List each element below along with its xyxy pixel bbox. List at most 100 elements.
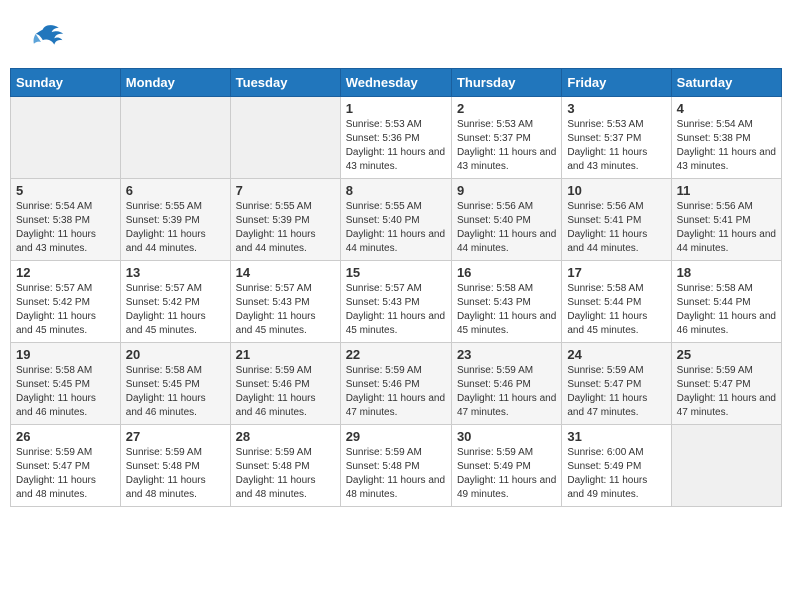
day-number: 20 xyxy=(126,347,225,362)
table-row xyxy=(11,97,121,179)
table-row: 4 Sunrise: 5:54 AMSunset: 5:38 PMDaylight… xyxy=(671,97,781,179)
table-row: 14 Sunrise: 5:57 AMSunset: 5:43 PMDayligh… xyxy=(230,261,340,343)
day-info: Sunrise: 5:58 AMSunset: 5:44 PMDaylight:… xyxy=(567,283,647,336)
day-info: Sunrise: 5:55 AMSunset: 5:39 PMDaylight:… xyxy=(236,201,316,254)
day-info: Sunrise: 5:57 AMSunset: 5:43 PMDaylight:… xyxy=(346,283,445,336)
day-number: 30 xyxy=(457,429,556,444)
page-header xyxy=(10,10,782,60)
table-row: 7 Sunrise: 5:55 AMSunset: 5:39 PMDaylight… xyxy=(230,179,340,261)
table-row: 13 Sunrise: 5:57 AMSunset: 5:42 PMDayligh… xyxy=(120,261,230,343)
table-row xyxy=(230,97,340,179)
day-info: Sunrise: 5:53 AMSunset: 5:37 PMDaylight:… xyxy=(567,119,647,172)
day-number: 10 xyxy=(567,183,665,198)
day-number: 18 xyxy=(677,265,776,280)
calendar-week-row: 12 Sunrise: 5:57 AMSunset: 5:42 PMDayligh… xyxy=(11,261,782,343)
table-row: 19Sunrise: 5:58 AMSunset: 5:45 PMDayligh… xyxy=(11,343,121,425)
day-number: 3 xyxy=(567,101,665,116)
day-number: 31 xyxy=(567,429,665,444)
table-row: 16 Sunrise: 5:58 AMSunset: 5:43 PMDayligh… xyxy=(451,261,561,343)
day-info: Sunrise: 5:58 AMSunset: 5:45 PMDaylight:… xyxy=(126,365,206,418)
table-row: 17 Sunrise: 5:58 AMSunset: 5:44 PMDayligh… xyxy=(562,261,671,343)
day-info: Sunrise: 5:55 AMSunset: 5:39 PMDaylight:… xyxy=(126,201,206,254)
table-row: 6 Sunrise: 5:55 AMSunset: 5:39 PMDaylight… xyxy=(120,179,230,261)
day-info: Sunrise: 5:57 AMSunset: 5:43 PMDaylight:… xyxy=(236,283,316,336)
day-number: 7 xyxy=(236,183,335,198)
day-number: 16 xyxy=(457,265,556,280)
table-row: 8Sunrise: 5:55 AMSunset: 5:40 PMDaylight… xyxy=(340,179,451,261)
day-number: 2 xyxy=(457,101,556,116)
day-info: Sunrise: 5:58 AMSunset: 5:44 PMDaylight:… xyxy=(677,283,776,336)
day-info: Sunrise: 5:59 AMSunset: 5:48 PMDaylight:… xyxy=(236,447,316,500)
calendar-week-row: 19Sunrise: 5:58 AMSunset: 5:45 PMDayligh… xyxy=(11,343,782,425)
day-info: Sunrise: 5:59 AMSunset: 5:49 PMDaylight:… xyxy=(457,447,556,500)
calendar-table: Sunday Monday Tuesday Wednesday Thursday… xyxy=(10,68,782,507)
day-info: Sunrise: 5:59 AMSunset: 5:47 PMDaylight:… xyxy=(677,365,776,418)
table-row: 10Sunrise: 5:56 AMSunset: 5:41 PMDayligh… xyxy=(562,179,671,261)
calendar-week-row: 26 Sunrise: 5:59 AMSunset: 5:47 PMDayligh… xyxy=(11,425,782,507)
table-row: 22 Sunrise: 5:59 AMSunset: 5:46 PMDayligh… xyxy=(340,343,451,425)
day-info: Sunrise: 5:59 AMSunset: 5:46 PMDaylight:… xyxy=(346,365,445,418)
logo-icon xyxy=(25,20,65,55)
table-row: 28Sunrise: 5:59 AMSunset: 5:48 PMDayligh… xyxy=(230,425,340,507)
col-monday: Monday xyxy=(120,69,230,97)
day-number: 29 xyxy=(346,429,446,444)
table-row: 9Sunrise: 5:56 AMSunset: 5:40 PMDaylight… xyxy=(451,179,561,261)
col-friday: Friday xyxy=(562,69,671,97)
day-info: Sunrise: 5:59 AMSunset: 5:47 PMDaylight:… xyxy=(16,447,96,500)
calendar-week-row: 1Sunrise: 5:53 AMSunset: 5:36 PMDaylight… xyxy=(11,97,782,179)
day-info: Sunrise: 5:58 AMSunset: 5:45 PMDaylight:… xyxy=(16,365,96,418)
col-sunday: Sunday xyxy=(11,69,121,97)
table-row: 20 Sunrise: 5:58 AMSunset: 5:45 PMDayligh… xyxy=(120,343,230,425)
day-number: 12 xyxy=(16,265,115,280)
day-number: 25 xyxy=(677,347,776,362)
day-info: Sunrise: 5:59 AMSunset: 5:48 PMDaylight:… xyxy=(126,447,206,500)
day-number: 27 xyxy=(126,429,225,444)
table-row: 21Sunrise: 5:59 AMSunset: 5:46 PMDayligh… xyxy=(230,343,340,425)
day-info: Sunrise: 5:54 AMSunset: 5:38 PMDaylight:… xyxy=(677,119,776,172)
day-info: Sunrise: 5:59 AMSunset: 5:46 PMDaylight:… xyxy=(236,365,316,418)
day-number: 14 xyxy=(236,265,335,280)
table-row: 2Sunrise: 5:53 AMSunset: 5:37 PMDaylight… xyxy=(451,97,561,179)
table-row: 23Sunrise: 5:59 AMSunset: 5:46 PMDayligh… xyxy=(451,343,561,425)
day-info: Sunrise: 5:53 AMSunset: 5:36 PMDaylight:… xyxy=(346,119,445,172)
day-number: 26 xyxy=(16,429,115,444)
table-row: 12Sunrise: 5:57 AMSunset: 5:42 PMDayligh… xyxy=(11,261,121,343)
calendar-header-row: Sunday Monday Tuesday Wednesday Thursday… xyxy=(11,69,782,97)
day-number: 22 xyxy=(346,347,446,362)
day-info: Sunrise: 5:59 AMSunset: 5:48 PMDaylight:… xyxy=(346,447,445,500)
day-info: Sunrise: 5:56 AMSunset: 5:41 PMDaylight:… xyxy=(677,201,776,254)
logo xyxy=(25,20,65,55)
day-info: Sunrise: 6:00 AMSunset: 5:49 PMDaylight:… xyxy=(567,447,647,500)
table-row: 29 Sunrise: 5:59 AMSunset: 5:48 PMDayligh… xyxy=(340,425,451,507)
day-number: 11 xyxy=(677,183,776,198)
day-number: 4 xyxy=(677,101,776,116)
day-number: 6 xyxy=(126,183,225,198)
day-info: Sunrise: 5:59 AMSunset: 5:47 PMDaylight:… xyxy=(567,365,647,418)
day-info: Sunrise: 5:58 AMSunset: 5:43 PMDaylight:… xyxy=(457,283,556,336)
table-row: 15 Sunrise: 5:57 AMSunset: 5:43 PMDayligh… xyxy=(340,261,451,343)
calendar-week-row: 5Sunrise: 5:54 AMSunset: 5:38 PMDaylight… xyxy=(11,179,782,261)
col-wednesday: Wednesday xyxy=(340,69,451,97)
table-row: 30 Sunrise: 5:59 AMSunset: 5:49 PMDayligh… xyxy=(451,425,561,507)
table-row: 5Sunrise: 5:54 AMSunset: 5:38 PMDaylight… xyxy=(11,179,121,261)
day-number: 24 xyxy=(567,347,665,362)
day-info: Sunrise: 5:57 AMSunset: 5:42 PMDaylight:… xyxy=(126,283,206,336)
table-row xyxy=(671,425,781,507)
col-tuesday: Tuesday xyxy=(230,69,340,97)
day-number: 17 xyxy=(567,265,665,280)
day-info: Sunrise: 5:55 AMSunset: 5:40 PMDaylight:… xyxy=(346,201,445,254)
day-number: 5 xyxy=(16,183,115,198)
day-info: Sunrise: 5:56 AMSunset: 5:40 PMDaylight:… xyxy=(457,201,556,254)
table-row: 18 Sunrise: 5:58 AMSunset: 5:44 PMDayligh… xyxy=(671,261,781,343)
table-row xyxy=(120,97,230,179)
col-thursday: Thursday xyxy=(451,69,561,97)
table-row: 1Sunrise: 5:53 AMSunset: 5:36 PMDaylight… xyxy=(340,97,451,179)
table-row: 11 Sunrise: 5:56 AMSunset: 5:41 PMDayligh… xyxy=(671,179,781,261)
col-saturday: Saturday xyxy=(671,69,781,97)
table-row: 25 Sunrise: 5:59 AMSunset: 5:47 PMDayligh… xyxy=(671,343,781,425)
day-number: 13 xyxy=(126,265,225,280)
day-number: 23 xyxy=(457,347,556,362)
day-number: 15 xyxy=(346,265,446,280)
table-row: 3 Sunrise: 5:53 AMSunset: 5:37 PMDaylight… xyxy=(562,97,671,179)
table-row: 24 Sunrise: 5:59 AMSunset: 5:47 PMDayligh… xyxy=(562,343,671,425)
